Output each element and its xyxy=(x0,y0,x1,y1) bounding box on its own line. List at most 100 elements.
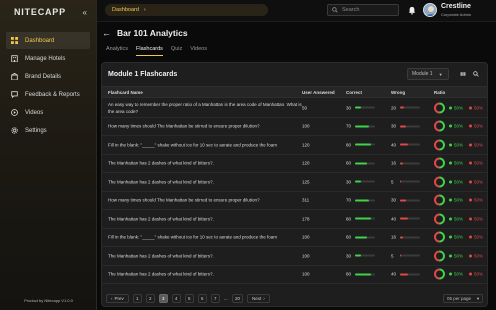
sidebar-item-label: Brand Details xyxy=(25,73,62,80)
columns-icon[interactable] xyxy=(460,71,466,77)
table-row[interactable]: The Manhattan has 2 dashes of what kind … xyxy=(102,247,487,266)
table-row[interactable]: How many times should The Manhattan be s… xyxy=(102,192,487,210)
wrong-percentage: 50% xyxy=(474,160,484,166)
sidebar-item-dashboard[interactable]: Dashboard xyxy=(6,32,90,49)
breadcrumb[interactable]: Dashboard › xyxy=(105,4,268,16)
wrong-dot-icon xyxy=(469,124,473,128)
avatar[interactable] xyxy=(423,3,437,17)
correct-percentage: 50% xyxy=(454,142,464,148)
column-header-ratio[interactable]: Ratio xyxy=(434,90,445,95)
table-row[interactable]: The Manhattan has 2 dashes of what kind … xyxy=(102,155,487,173)
sidebar-item-feedback-reports[interactable]: Feedback & Reports xyxy=(6,86,90,103)
search-placeholder: Search xyxy=(342,7,360,13)
sidebar-item-label: Settings xyxy=(25,127,47,134)
pagination: ‹ Prev 1 2 3 4 5 6 7... 20 Next › xyxy=(106,294,274,303)
flashcard-name: Fill in the blank: "_____" shake without… xyxy=(108,142,278,148)
page-button[interactable]: 7 xyxy=(210,294,220,303)
wrong-percentage: 50% xyxy=(474,179,484,185)
ratio-cell: 50% 50% xyxy=(434,120,483,132)
correct-bar xyxy=(355,180,375,183)
app-logo: NITECAPP xyxy=(14,7,66,17)
search-icon xyxy=(332,7,338,13)
wrong-count: 20 xyxy=(391,105,397,111)
wrong-count: 40 xyxy=(391,216,397,222)
column-header-users[interactable]: User Answered xyxy=(302,90,335,95)
search-input[interactable]: Search xyxy=(327,4,399,16)
correct-bar-fill xyxy=(355,162,367,165)
sidebar: NITECAPP « Dashboard Manage Hotels Brand D… xyxy=(0,0,97,310)
search-icon[interactable] xyxy=(473,71,479,77)
page-button[interactable]: 4 xyxy=(171,294,181,303)
tab-flashcards[interactable]: Flashcards xyxy=(136,46,163,56)
column-header-wrong[interactable]: Wrong xyxy=(391,90,405,95)
page-button[interactable]: 2 xyxy=(145,294,155,303)
chevron-down-icon: ▼ xyxy=(438,71,443,77)
correct-bar-fill xyxy=(355,125,369,128)
sidebar-item-settings[interactable]: Settings xyxy=(6,122,90,139)
table-row[interactable]: Fill in the blank: "_____" shake without… xyxy=(102,229,487,247)
per-page-value: 05 per page xyxy=(447,296,472,301)
table-row[interactable]: The Manhattan has 2 dashes of what kind … xyxy=(102,173,487,192)
column-header-name[interactable]: Flashcard Name xyxy=(108,90,143,95)
correct-bar xyxy=(355,273,375,276)
page-button[interactable]: 3 xyxy=(158,294,168,303)
page-button[interactable]: 6 xyxy=(197,294,207,303)
page-button[interactable]: 20 xyxy=(231,294,243,303)
tab-quiz[interactable]: Quiz xyxy=(171,46,182,56)
wrong-count: 16 xyxy=(391,160,397,166)
ratio-cell: 50% 50% xyxy=(434,250,483,262)
bell-icon[interactable] xyxy=(408,6,416,15)
wrong-count: 40 xyxy=(391,271,397,277)
ratio-donut-chart xyxy=(434,250,445,262)
next-page-button[interactable]: Next › xyxy=(246,294,270,303)
correct-percentage: 50% xyxy=(454,179,464,185)
ratio-donut-chart xyxy=(434,157,445,169)
table-row[interactable]: An easy way to remember the proper ratio… xyxy=(102,99,487,118)
wrong-cell: 16 xyxy=(391,235,420,240)
correct-dot-icon xyxy=(449,143,452,147)
table-row[interactable]: The Manhattan has 2 dashes of what kind … xyxy=(102,210,487,229)
tab-analytics[interactable]: Analytics xyxy=(106,46,128,56)
correct-bar xyxy=(355,106,375,109)
correct-percentage: 50% xyxy=(454,234,464,240)
per-page-select[interactable]: 05 per page ▼ xyxy=(443,294,483,303)
wrong-count: 40 xyxy=(391,142,397,148)
correct-bar-fill xyxy=(355,106,361,109)
table-row[interactable]: How many times should The Manhattan be s… xyxy=(102,118,487,136)
user-answered-count: 100 xyxy=(302,123,310,129)
sidebar-item-brand-details[interactable]: Brand Details xyxy=(6,68,90,85)
prev-page-button[interactable]: ‹ Prev xyxy=(106,294,129,303)
dashboard-icon-glyph xyxy=(11,37,18,44)
sidebar-item-videos[interactable]: Videos xyxy=(6,104,90,121)
back-arrow-icon[interactable]: ← xyxy=(102,28,111,38)
collapse-sidebar-icon[interactable]: « xyxy=(83,8,87,17)
correct-cell: 70 xyxy=(346,198,375,203)
column-header-correct[interactable]: Correct xyxy=(346,90,362,95)
table-row[interactable]: The Manhattan has 2 dashes of what kind … xyxy=(102,266,487,284)
wrong-dot-icon xyxy=(469,235,473,239)
wrong-count: 30 xyxy=(391,197,397,203)
correct-bar-fill xyxy=(355,217,371,220)
wrong-dot-icon xyxy=(469,254,473,258)
top-bar: Dashboard › Search Crestline Corporate A… xyxy=(97,0,496,22)
table-row[interactable]: Fill in the blank: "_____" shake without… xyxy=(102,136,487,155)
user-answered-count: 100 xyxy=(302,253,310,259)
wrong-percentage: 50% xyxy=(474,142,484,148)
correct-dot-icon xyxy=(449,161,452,165)
flashcard-name: The Manhattan has 2 dashes of what kind … xyxy=(108,179,214,185)
page-button[interactable]: 5 xyxy=(184,294,194,303)
tab-videos[interactable]: Videos xyxy=(190,46,207,56)
play-icon-glyph xyxy=(11,109,18,116)
correct-percentage: 50% xyxy=(454,216,464,222)
correct-dot-icon xyxy=(449,217,452,221)
flashcard-name: The Manhattan has 2 dashes of what kind … xyxy=(108,216,214,222)
module-select[interactable]: Module 1 ▼ xyxy=(407,68,449,80)
wrong-bar xyxy=(400,162,420,165)
wrong-bar-fill xyxy=(400,199,406,202)
prev-label: Prev xyxy=(114,296,124,301)
wrong-count: 16 xyxy=(391,234,397,240)
user-answered-count: 178 xyxy=(302,216,310,222)
page-button[interactable]: 1 xyxy=(132,294,142,303)
sidebar-item-manage-hotels[interactable]: Manage Hotels xyxy=(6,50,90,67)
pagination-ellipsis: ... xyxy=(223,295,228,302)
